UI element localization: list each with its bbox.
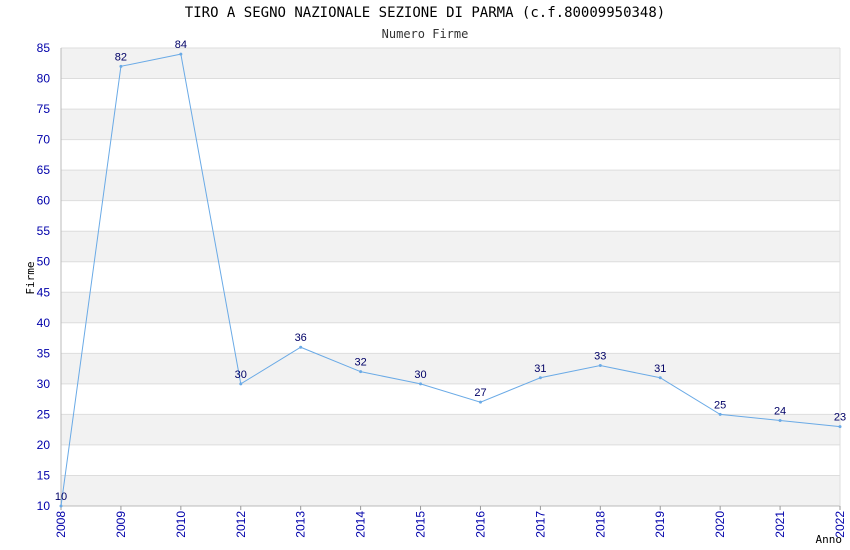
y-tick-labels: 10 15 20 25 30 35 40 45 50 55 60 65 70 75 80 85 bbox=[37, 41, 51, 513]
grid-band bbox=[61, 170, 840, 201]
data-point bbox=[119, 64, 123, 68]
data-point bbox=[838, 425, 842, 429]
data-point bbox=[538, 376, 542, 380]
data-label: 84 bbox=[175, 39, 187, 51]
x-tick-label: 2009 bbox=[114, 511, 128, 538]
y-tick-label: 10 bbox=[37, 499, 51, 513]
grid-band bbox=[61, 48, 840, 79]
x-tick-label: 2018 bbox=[593, 511, 607, 538]
y-tick-label: 65 bbox=[37, 163, 51, 177]
y-tick-label: 20 bbox=[37, 438, 51, 452]
data-point bbox=[478, 400, 482, 404]
x-tick-label: 2017 bbox=[533, 511, 547, 538]
x-tick-label: 2015 bbox=[414, 511, 428, 538]
data-point bbox=[419, 382, 423, 386]
grid-band bbox=[61, 292, 840, 323]
y-tick-label: 85 bbox=[37, 41, 51, 55]
data-point bbox=[598, 364, 602, 368]
grid-band bbox=[61, 353, 840, 384]
x-tick-label: 2019 bbox=[653, 511, 667, 538]
line-chart: 10152025303540455055606570758085 2008 200… bbox=[24, 39, 847, 546]
grid-band bbox=[61, 231, 840, 262]
x-tick-label: 2008 bbox=[54, 511, 68, 538]
y-tick-label: 60 bbox=[37, 194, 51, 208]
x-tick-label: 2021 bbox=[773, 511, 787, 538]
y-tick-label: 15 bbox=[37, 468, 51, 482]
data-label: 24 bbox=[774, 406, 786, 418]
x-tick-label: 2012 bbox=[234, 511, 248, 538]
data-label: 31 bbox=[534, 363, 546, 375]
y-tick-label: 30 bbox=[37, 377, 51, 391]
grid-band bbox=[61, 109, 840, 140]
data-label: 82 bbox=[115, 51, 127, 63]
y-tick-label: 45 bbox=[37, 285, 51, 299]
y-tick-label: 35 bbox=[37, 346, 51, 360]
data-point bbox=[239, 382, 243, 386]
x-axis-title: Anno bbox=[816, 533, 843, 546]
y-tick-label: 75 bbox=[37, 102, 51, 116]
y-tick-label: 40 bbox=[37, 316, 51, 330]
x-tick-label: 2020 bbox=[713, 511, 727, 538]
y-tick-label: 50 bbox=[37, 255, 51, 269]
data-label: 33 bbox=[594, 351, 606, 363]
y-tick-label: 70 bbox=[37, 133, 51, 147]
x-tick-label: 2016 bbox=[473, 511, 487, 538]
x-tick-labels: 2008 2009 2010 2012 2013 2014 2015 2016 2017 2018… bbox=[54, 511, 847, 538]
data-point bbox=[359, 370, 363, 374]
y-tick-label: 55 bbox=[37, 224, 51, 238]
grid-band bbox=[61, 414, 840, 445]
data-point bbox=[179, 52, 183, 56]
x-tick-label: 2013 bbox=[294, 511, 308, 538]
y-axis-title: Firme bbox=[24, 261, 37, 294]
data-label: 30 bbox=[414, 369, 426, 381]
data-label: 32 bbox=[354, 357, 366, 369]
y-tick-label: 80 bbox=[37, 72, 51, 86]
y-tick-label: 25 bbox=[37, 407, 51, 421]
x-tick-label: 2010 bbox=[174, 511, 188, 538]
data-point bbox=[299, 345, 303, 349]
data-label: 27 bbox=[474, 387, 486, 399]
data-point bbox=[658, 376, 662, 380]
data-label: 23 bbox=[834, 412, 846, 424]
grid-bands bbox=[61, 48, 840, 506]
grid-band bbox=[61, 475, 840, 506]
data-label: 10 bbox=[55, 491, 67, 503]
data-point bbox=[718, 412, 722, 416]
data-point bbox=[59, 504, 63, 508]
x-tick-label: 2014 bbox=[354, 511, 368, 538]
data-label: 25 bbox=[714, 399, 726, 411]
data-point bbox=[778, 419, 782, 423]
data-label: 30 bbox=[235, 369, 247, 381]
data-label: 31 bbox=[654, 363, 666, 375]
data-label: 36 bbox=[295, 332, 307, 344]
